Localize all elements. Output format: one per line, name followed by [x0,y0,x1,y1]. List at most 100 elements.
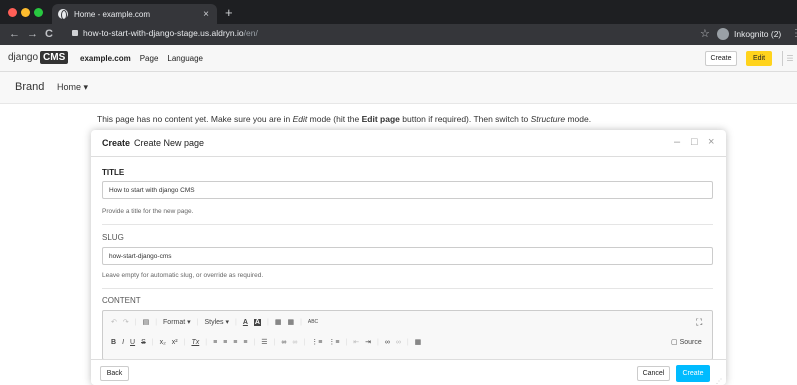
strikethrough-icon[interactable]: S [141,339,146,346]
justify-icon[interactable]: ≡ [243,339,247,346]
new-tab-button[interactable]: + [225,5,233,20]
anchor-icon[interactable]: ∞ [385,339,390,346]
home-dropdown[interactable]: Home ▾ [57,82,88,93]
sidebar-toggle-icon[interactable]: ☰ [782,51,797,66]
browser-tab[interactable]: Home - example.com × [52,4,217,24]
profile-button[interactable]: Inkognito (2) [717,28,781,40]
subscript-icon[interactable]: x₂ [160,339,166,346]
align-left-icon[interactable]: ≡ [213,339,217,346]
back-arrow-icon[interactable]: ← [9,28,20,40]
spellcheck-icon[interactable]: ABC [308,319,318,325]
toolbar-separator: | [155,318,158,326]
browser-menu-icon[interactable]: ⋮ [791,28,797,39]
table-icon[interactable]: ▦ [415,338,422,346]
cms-menu-page[interactable]: Page [140,54,159,63]
undo-icon[interactable]: ↶ [111,318,117,326]
brand-link[interactable]: Brand [15,81,44,93]
modal-title-bold: Create [102,138,131,148]
align-right-icon[interactable]: ≡ [233,339,237,346]
cms-menu-language[interactable]: Language [167,54,203,63]
close-icon[interactable]: × [708,136,714,148]
editor-toolbar-row-1: ↶ ↷ | ▤ | Format ▾ | Styles ▾ | A A | ▦ … [111,318,318,326]
outdent-icon[interactable]: ⇤ [353,338,359,346]
format-dropdown[interactable]: Format ▾ [163,318,191,326]
redo-icon[interactable]: ↷ [123,318,129,326]
incognito-icon [717,28,729,40]
minimize-icon[interactable]: – [674,136,680,148]
superscript-icon[interactable]: x² [172,339,178,346]
modal-footer: Back Cancel Create ⋰ [91,359,726,385]
editor-maximize-icon[interactable]: ⛶ [696,317,702,328]
indent-icon[interactable]: ⇥ [365,338,371,346]
underline-icon[interactable]: U [130,339,135,346]
divider [102,288,713,289]
forward-arrow-icon[interactable]: → [27,28,38,40]
numbered-list-icon[interactable]: ⋮≡ [311,338,322,346]
toolbar-edit-button[interactable]: Edit [746,51,772,66]
toolbar-separator: | [253,338,256,346]
maximize-icon[interactable]: □ [691,136,698,148]
bold-icon[interactable]: B [111,339,116,346]
slug-field[interactable]: how-start-django-cms [102,247,713,265]
toolbar-separator: | [205,338,208,346]
logo-badge: CMS [40,51,69,64]
url-path: /en/ [243,28,258,38]
toolbar-separator: | [345,338,348,346]
minimize-window-icon[interactable] [21,8,30,17]
styles-dropdown[interactable]: Styles ▾ [205,318,230,326]
text-color-icon[interactable]: A [243,319,248,326]
django-cms-logo[interactable]: django CMS [8,51,69,64]
tab-close-icon[interactable]: × [203,9,209,20]
toolbar-separator: | [300,318,302,326]
align-center-icon[interactable]: ≡ [223,339,227,346]
back-button[interactable]: Back [100,366,129,381]
source-icon: ▢ [671,339,678,346]
toolbar-separator: | [151,338,154,346]
title-label: TITLE [102,168,125,177]
link-icon[interactable]: ∞ [281,339,286,346]
divider [102,224,713,225]
message-edit-page: Edit page [361,114,400,124]
message-structure: Structure [530,114,566,124]
toolbar-separator: | [196,318,199,326]
rich-text-editor: ↶ ↷ | ▤ | Format ▾ | Styles ▾ | A A | ▦ … [102,310,713,360]
unlink-icon[interactable]: ∞ [292,339,297,346]
cms-menu-site[interactable]: example.com [80,54,131,63]
editor-toolbar-row-2: B I U S | x₂ x² | Tx | ≡ ≡ ≡ ≡ | ☰ | ∞ ∞… [111,338,422,347]
content-label: CONTENT [102,296,141,305]
bookmark-star-icon[interactable]: ☆ [700,27,710,40]
styles-label: Styles [204,319,224,326]
zoom-window-icon[interactable] [34,8,43,17]
title-field[interactable]: How to start with django CMS [102,181,713,199]
modal-title: Create Create New page [102,138,204,148]
horizontal-rule-icon[interactable]: ☰ [261,338,267,346]
address-bar: ← → C how-to-start-with-django-stage.us.… [0,24,797,45]
toolbar-separator: | [376,338,379,346]
title-help: Provide a title for the new page. [102,208,194,215]
paste-word-icon[interactable]: ▦ [287,318,294,326]
create-page-modal: Create Create New page – □ × TITLE How to… [91,130,726,385]
cancel-button[interactable]: Cancel [637,366,670,381]
create-button[interactable]: Create [676,365,710,382]
reload-icon[interactable]: C [45,28,53,40]
url-host: how-to-start-with-django-stage.us.aldryn… [83,28,244,38]
remove-format-icon[interactable]: Tx [191,339,199,346]
paste-icon[interactable]: ▤ [143,318,150,326]
slug-help: Leave empty for automatic slug, or overr… [102,272,264,279]
message-text: mode (hit the [307,114,362,124]
italic-icon[interactable]: I [122,339,124,346]
toolbar-create-button[interactable]: Create [705,51,737,66]
background-color-icon[interactable]: A [253,318,261,326]
close-window-icon[interactable] [8,8,17,17]
source-button[interactable]: ▢ Source [671,338,702,346]
url-field[interactable]: how-to-start-with-django-stage.us.aldryn… [72,28,258,38]
toolbar-separator: | [183,338,186,346]
toolbar-separator: | [235,318,237,326]
paste-text-icon[interactable]: ▦ [275,318,282,326]
remove-anchor-icon[interactable]: ∞ [396,339,401,346]
profile-label: Inkognito (2) [734,29,782,39]
resize-handle-icon[interactable]: ⋰ [716,378,722,385]
modal-header[interactable]: Create Create New page – □ × [91,130,726,157]
bulleted-list-icon[interactable]: ⋮≡ [328,338,339,346]
cms-menu: example.com Page Language [80,54,203,63]
